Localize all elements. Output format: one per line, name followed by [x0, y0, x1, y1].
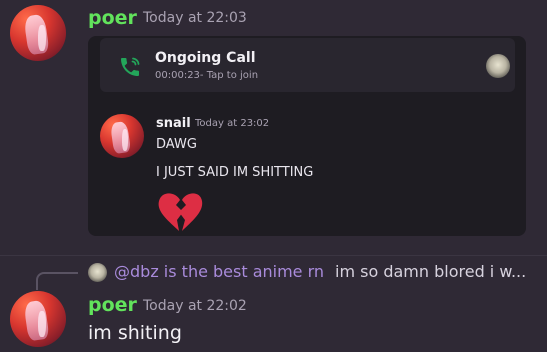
message-username-2[interactable]: poer: [88, 294, 137, 316]
call-duration: 00:00:23- Tap to join: [155, 70, 259, 81]
reply-connector: [36, 272, 78, 290]
reply-author-avatar[interactable]: [88, 263, 107, 282]
poer-avatar[interactable]: [10, 5, 66, 61]
forwarded-line-2: I JUST SAID IM SHITTING: [156, 165, 314, 180]
broken-heart-emoji: [158, 193, 203, 231]
reply-preview-text[interactable]: im so damn blored i w...: [335, 262, 526, 281]
forwarded-embed: Ongoing Call 00:00:23- Tap to join snail…: [88, 36, 526, 236]
snail-avatar: [100, 114, 144, 158]
forwarded-username: snail: [156, 116, 191, 131]
message-divider: [0, 255, 547, 256]
message-username[interactable]: poer: [88, 7, 137, 29]
poer-avatar-2[interactable]: [10, 291, 66, 347]
call-participant-avatar: [486, 54, 510, 78]
message-timestamp: Today at 22:03: [143, 10, 247, 26]
message-text: im shiting: [88, 322, 182, 344]
call-title: Ongoing Call: [155, 50, 256, 66]
phone-call-icon: [121, 57, 140, 76]
forwarded-timestamp: Today at 23:02: [195, 118, 270, 129]
reply-mention[interactable]: @dbz is the best anime rn: [114, 262, 324, 281]
forwarded-line-1: DAWG: [156, 137, 197, 152]
message-timestamp-2: Today at 22:02: [143, 298, 247, 314]
ongoing-call-card[interactable]: Ongoing Call 00:00:23- Tap to join: [100, 38, 515, 92]
